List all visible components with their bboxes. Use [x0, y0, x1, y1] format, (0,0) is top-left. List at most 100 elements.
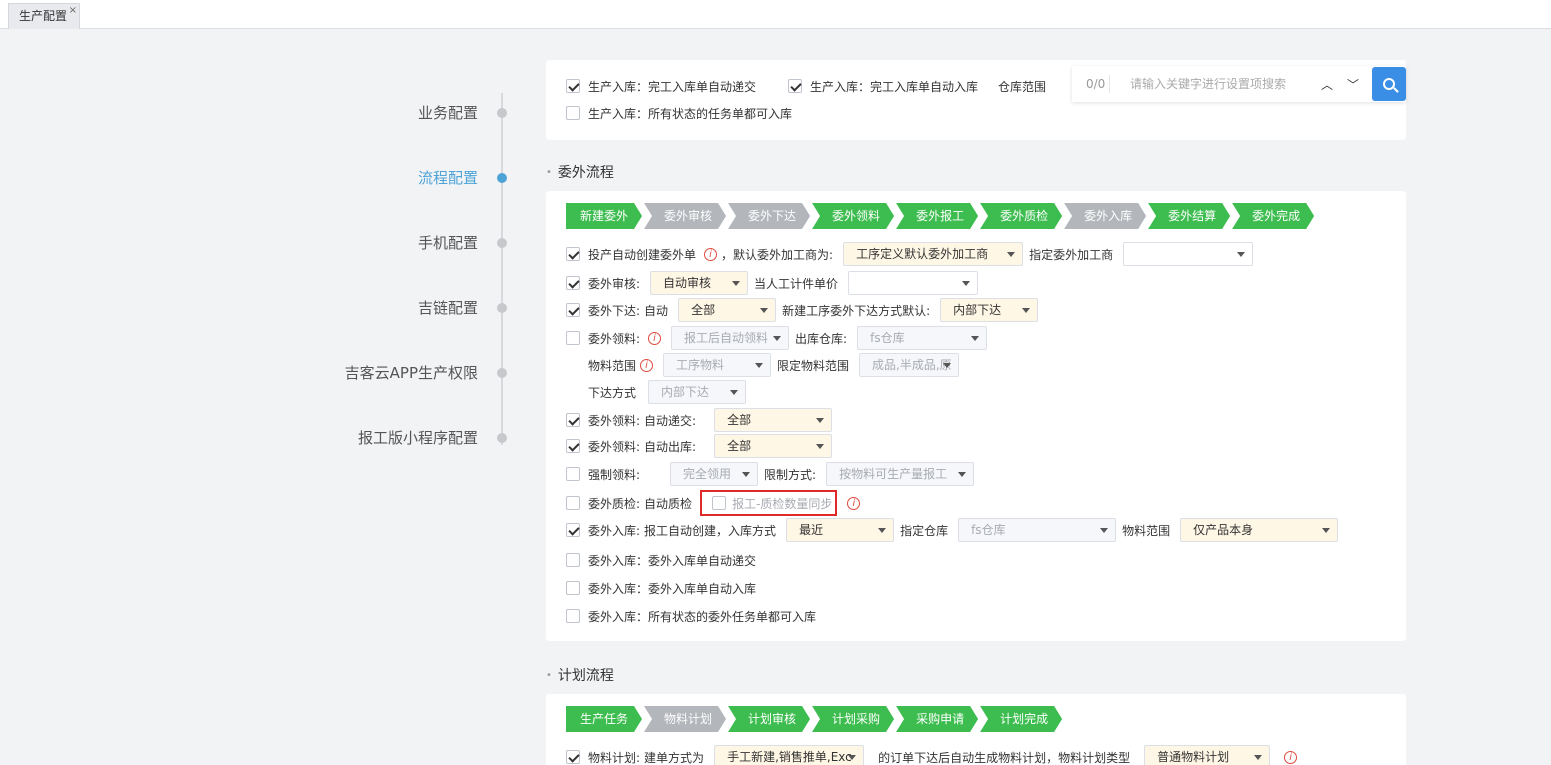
plan-card: 生产任务 物料计划 计划审核 计划采购 采购申请 计划完成 物料计划: 建单方式…: [546, 694, 1406, 765]
picking-mode-select[interactable]: 报工后自动领料: [671, 326, 790, 350]
plan-flow: 生产任务 物料计划 计划审核 计划采购 采购申请 计划完成: [566, 706, 1064, 732]
checkbox[interactable]: [566, 79, 580, 93]
search-icon: [1383, 78, 1395, 90]
nav-item-business[interactable]: 业务配置: [418, 103, 478, 123]
material-range-select[interactable]: 工序物料: [663, 353, 772, 377]
setting-label: 委外领料:: [588, 439, 641, 454]
setting-row: 下达方式 内部下达: [588, 380, 752, 404]
limit-method-select[interactable]: 按物料可生产量报工: [826, 462, 975, 486]
tab-bar: 生产配置 ×: [0, 0, 1551, 29]
checkbox[interactable]: [566, 413, 580, 427]
checkbox[interactable]: [566, 581, 580, 595]
setting-label: 物料范围: [588, 358, 637, 373]
info-icon[interactable]: i: [704, 247, 718, 261]
setting-label: 生产入库：完工入库单自动递交: [588, 79, 757, 94]
chevron-up-icon[interactable]: ︿: [1314, 76, 1340, 93]
setting-row: 委外领料: 自动出库: 全部: [566, 434, 838, 458]
piece-price-select[interactable]: [848, 271, 979, 295]
nav-item-miniprogram[interactable]: 报工版小程序配置: [358, 428, 478, 448]
setting-label: 委外入库:: [588, 523, 641, 538]
default-processor-select[interactable]: 工序定义默认委外加工商: [843, 242, 1024, 266]
processor-select[interactable]: [1123, 242, 1254, 266]
inbound-material-select[interactable]: 仅产品本身: [1180, 518, 1339, 542]
audit-select[interactable]: 自动审核: [650, 271, 749, 295]
checkbox[interactable]: [566, 247, 580, 261]
inbound-method-select[interactable]: 最近: [786, 518, 895, 542]
flow-step: 生产任务: [566, 706, 642, 732]
setting-row: 强制领料: 完全领用 限制方式: 按物料可生产量报工: [566, 462, 980, 486]
checkbox[interactable]: [566, 609, 580, 623]
nav-dot: [497, 433, 507, 443]
warehouse-select[interactable]: fs仓库: [857, 326, 988, 350]
search-input[interactable]: [1110, 69, 1314, 99]
plan-type-select[interactable]: 普通物料计划: [1144, 745, 1271, 765]
issue-method-select[interactable]: 内部下达: [940, 298, 1039, 322]
settings-search: 0/0 ︿ ﹀: [1072, 66, 1406, 102]
setting-row: 生产入库：所有状态的任务单都可入库: [566, 101, 796, 125]
flow-step: 委外审核: [644, 203, 726, 229]
checkbox[interactable]: [566, 553, 580, 567]
nav-item-mobile[interactable]: 手机配置: [418, 233, 478, 253]
chevron-down-icon[interactable]: ﹀: [1340, 76, 1366, 93]
checkbox[interactable]: [566, 439, 580, 453]
checkbox[interactable]: [712, 496, 727, 510]
setting-label: 委外入库：委外入库单自动递交: [588, 553, 757, 568]
search-button[interactable]: [1372, 67, 1406, 101]
setting-label: 的订单下达后自动生成物料计划，物料计划类型: [878, 750, 1131, 765]
checkbox[interactable]: [566, 467, 580, 481]
info-icon[interactable]: i: [648, 331, 662, 345]
setting-label: 出库仓库:: [795, 331, 848, 346]
checkbox[interactable]: [788, 79, 803, 93]
flow-step: 物料计划: [644, 706, 726, 732]
setting-label: 强制领料:: [588, 467, 641, 482]
setting-label: 生产入库：所有状态的任务单都可入库: [588, 106, 793, 121]
setting-label: 自动出库:: [644, 439, 697, 454]
close-icon[interactable]: ×: [69, 0, 77, 23]
checkbox[interactable]: [566, 750, 580, 764]
setting-label: 新建工序委外下达方式默认:: [782, 303, 931, 318]
setting-row: 委外领料: i 报工后自动领料 出库仓库: fs仓库: [566, 326, 993, 350]
setting-label: 限定物料范围: [777, 358, 850, 373]
inbound-warehouse-select[interactable]: fs仓库: [958, 518, 1117, 542]
nav-item-flow[interactable]: 流程配置: [418, 168, 478, 188]
checkbox[interactable]: [566, 276, 580, 290]
flow-step: 计划审核: [728, 706, 810, 732]
force-picking-select[interactable]: 完全领用: [670, 462, 759, 486]
flow-step: 采购申请: [896, 706, 978, 732]
setting-row: 生产入库：完工入库单自动递交 生产入库：完工入库单自动入库 仓库范围: [566, 74, 1050, 98]
setting-label: 委外入库：所有状态的委外任务单都可入库: [588, 609, 817, 624]
setting-label: 指定仓库: [900, 523, 949, 538]
auto-submit-select[interactable]: 全部: [714, 408, 833, 432]
setting-label: 当人工计件单价: [754, 276, 839, 291]
nav-item-app-permission[interactable]: 吉客云APP生产权限: [345, 363, 478, 383]
flow-step: 委外入库: [1064, 203, 1146, 229]
nav-item-jilian[interactable]: 吉链配置: [418, 298, 478, 318]
setting-label: 投产自动创建委外单: [588, 247, 697, 262]
nav-timeline: [501, 93, 503, 445]
setting-row: 委外入库: 报工自动创建，入库方式 最近 指定仓库 fs仓库 物料范围 仅产品本…: [566, 518, 1344, 542]
nav-dot: [497, 368, 507, 378]
tab-production-config[interactable]: 生产配置 ×: [8, 0, 81, 29]
setting-row: 委外入库：委外入库单自动入库: [566, 576, 760, 600]
setting-label: 物料计划:: [588, 750, 641, 765]
info-icon[interactable]: i: [1284, 750, 1298, 764]
issue-select[interactable]: 全部: [678, 298, 777, 322]
create-method-select[interactable]: 手工新建,销售推单,Exc: [714, 745, 865, 765]
info-icon[interactable]: i: [847, 496, 861, 510]
checkbox[interactable]: [566, 496, 580, 510]
info-icon[interactable]: i: [640, 358, 654, 372]
setting-row: 投产自动创建委外单 i ，默认委外加工商为: 工序定义默认委外加工商 指定委外加…: [566, 242, 1259, 266]
setting-label: 自动递交:: [644, 413, 697, 428]
outsource-flow: 新建委外 委外审核 委外下达 委外领料 委外报工 委外质检 委外入库 委外结算 …: [566, 203, 1316, 229]
checkbox[interactable]: [566, 331, 580, 345]
setting-label: 委外审核:: [588, 276, 641, 291]
issue-way-select[interactable]: 内部下达: [648, 380, 747, 404]
setting-label: ，默认委外加工商为:: [721, 247, 834, 262]
checkbox[interactable]: [566, 303, 580, 317]
nav-dot: [497, 238, 507, 248]
checkbox[interactable]: [566, 523, 580, 537]
checkbox[interactable]: [566, 106, 580, 120]
limit-material-select[interactable]: 成品,半成品,原: [859, 353, 960, 377]
flow-step: 新建委外: [566, 203, 642, 229]
auto-outbound-select[interactable]: 全部: [714, 434, 833, 458]
